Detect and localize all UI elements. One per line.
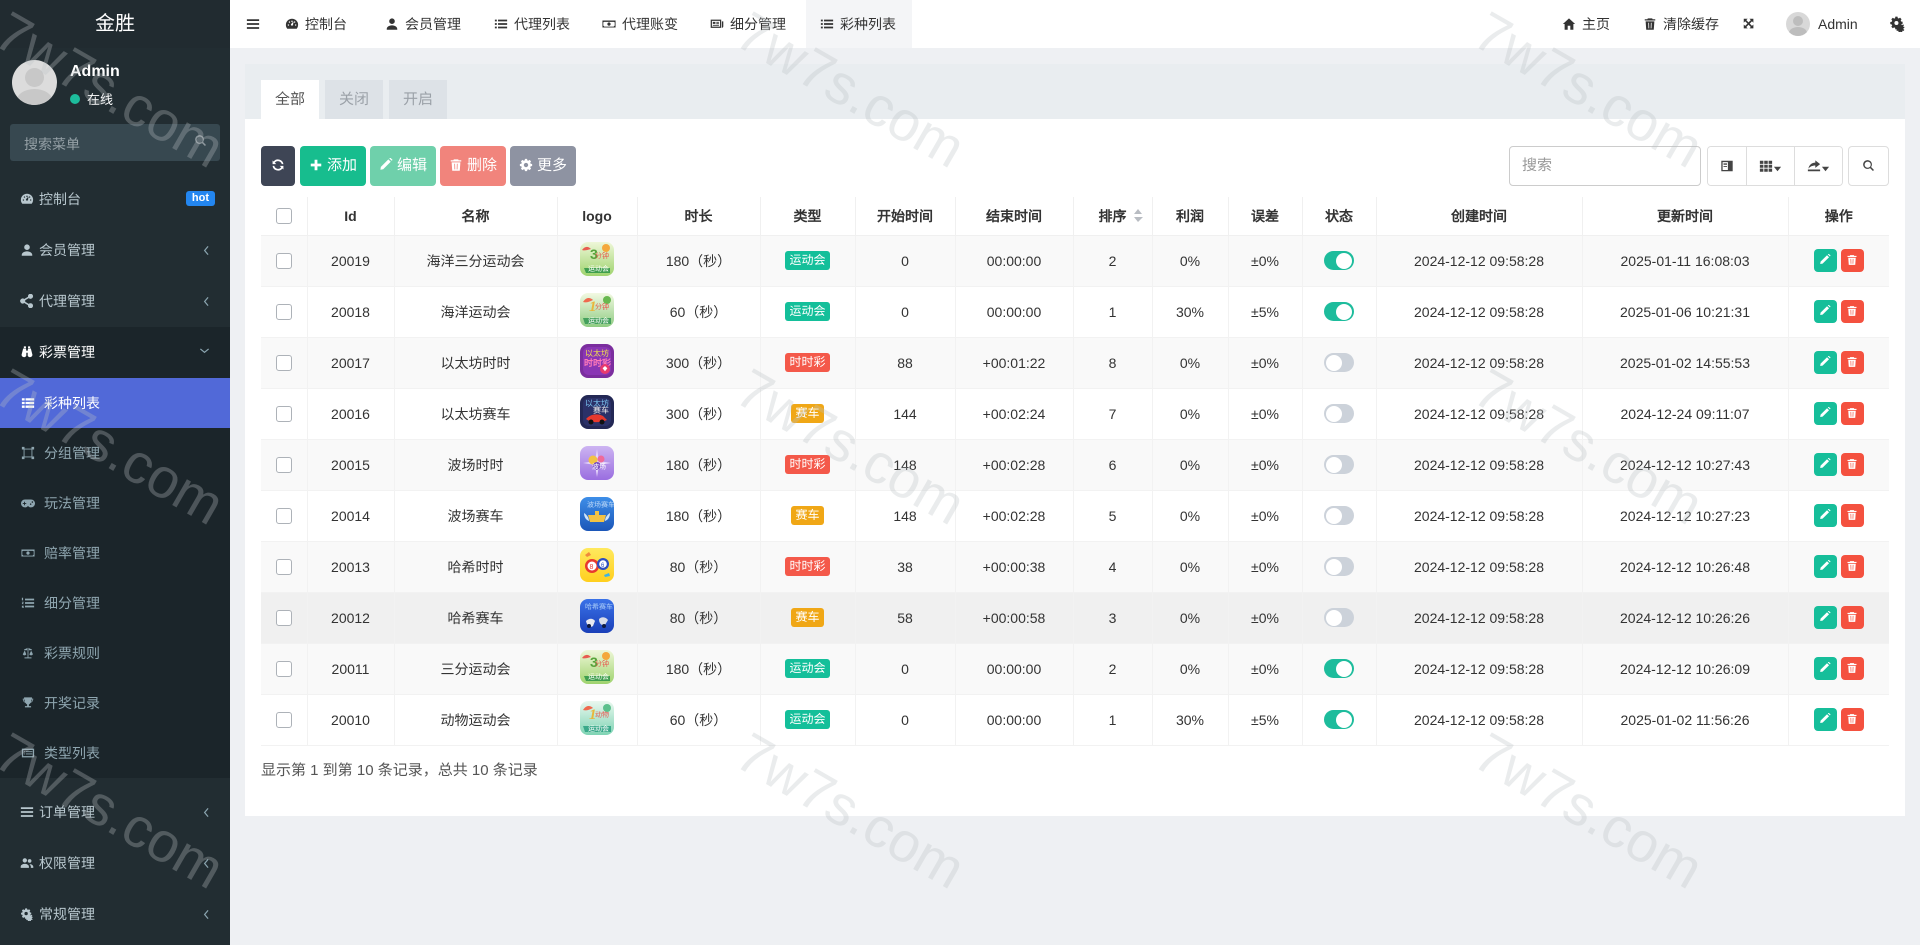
svg-text:波场赛车: 波场赛车 [587,501,614,509]
svg-text:分钟: 分钟 [595,659,609,668]
svg-text:运动会: 运动会 [588,265,609,273]
svg-text:波场: 波场 [592,463,606,471]
svg-text:8: 8 [590,564,594,571]
svg-text:哈希赛车: 哈希赛车 [585,603,613,611]
svg-text:赛车: 赛车 [593,406,609,415]
svg-text:运动会: 运动会 [588,317,609,325]
svg-text:分钟: 分钟 [595,302,609,311]
svg-text:运动会: 运动会 [588,673,609,681]
svg-text:分钟: 分钟 [595,251,609,260]
svg-text:以太坊: 以太坊 [585,349,609,358]
svg-text:动物: 动物 [595,711,609,719]
svg-text:运动会: 运动会 [588,725,609,733]
